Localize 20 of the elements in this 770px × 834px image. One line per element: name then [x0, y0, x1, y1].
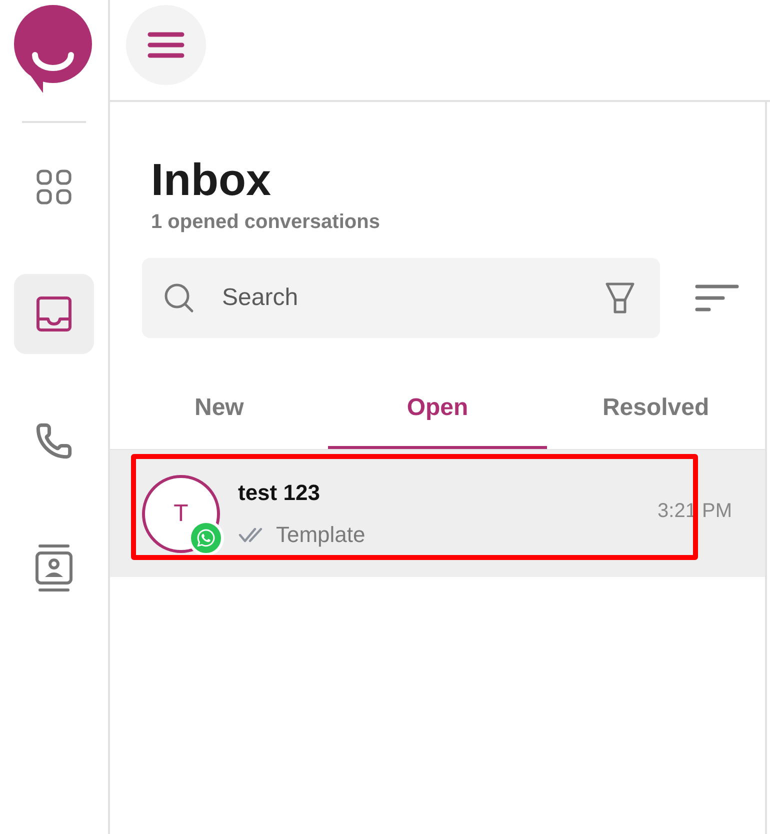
contact-name: test 123 — [238, 480, 320, 506]
phone-icon — [35, 422, 73, 460]
search-icon — [164, 283, 194, 313]
conversation-row[interactable]: T test 123 Template 3:21 PM — [110, 450, 765, 577]
tab[interactable]: Resolved — [546, 370, 765, 449]
tab[interactable]: New — [110, 370, 328, 449]
sort-icon — [695, 284, 739, 312]
filter-button[interactable] — [605, 282, 635, 314]
search-input[interactable]: Search — [222, 284, 593, 312]
filter-icon — [605, 282, 635, 314]
conversation-count: 1 opened conversations — [151, 210, 380, 234]
inbox-title: Inbox — [151, 154, 271, 206]
message-time: 3:21 PM — [658, 498, 732, 522]
contact-card-icon — [35, 544, 73, 592]
sidebar-item[interactable] — [14, 274, 94, 354]
apps-grid-icon — [36, 169, 72, 205]
search-field[interactable]: Search — [142, 258, 660, 338]
message-preview: Template — [276, 522, 366, 548]
menu-icon — [147, 32, 185, 58]
inbox-tray-icon — [36, 296, 72, 332]
